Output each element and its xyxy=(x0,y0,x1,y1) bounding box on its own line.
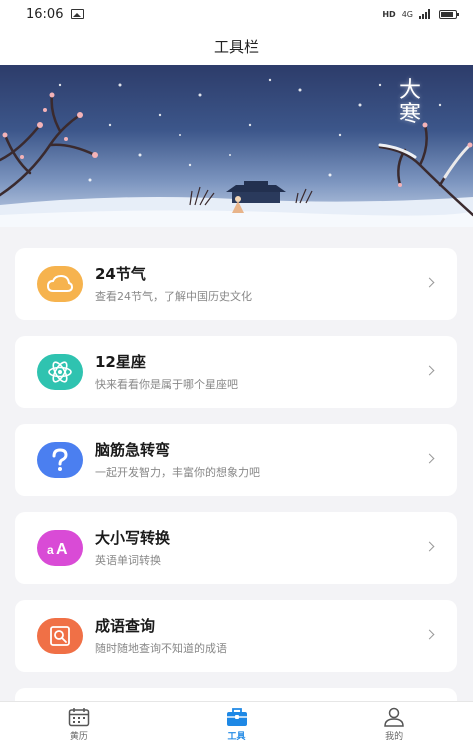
tool-item-idiom-search[interactable]: 成语查询 随时随地查询不知道的成语 xyxy=(15,600,457,672)
chevron-right-icon xyxy=(424,277,435,288)
tool-item-brain-teaser[interactable]: 脑筋急转弯 一起开发智力，丰富你的想象力吧 xyxy=(15,424,457,496)
tool-description: 随时随地查询不知道的成语 xyxy=(95,642,227,655)
tool-description: 查看24节气，了解中国历史文化 xyxy=(95,290,252,303)
tool-title: 成语查询 xyxy=(95,617,156,635)
chevron-right-icon xyxy=(424,365,435,376)
tab-label: 黄历 xyxy=(69,732,88,742)
tab-tools[interactable]: 工具 xyxy=(158,702,316,747)
signal-icon xyxy=(419,9,430,19)
tool-item-solar-terms[interactable]: 24节气 查看24节气，了解中国历史文化 xyxy=(15,248,457,320)
bottom-tab-bar: 黄历 工具 我的 xyxy=(0,701,473,747)
idiom-search-icon xyxy=(37,618,83,654)
svg-text:A: A xyxy=(56,541,68,558)
tool-title: 12星座 xyxy=(95,353,146,371)
tool-title: 24节气 xyxy=(95,265,146,283)
page-header: 工具栏 xyxy=(0,28,473,65)
tool-list: 24节气 查看24节气，了解中国历史文化 12星座 快来看看你是属于哪个星座吧 xyxy=(15,248,457,706)
battery-icon xyxy=(439,9,459,19)
tool-item-zodiac[interactable]: 12星座 快来看看你是属于哪个星座吧 xyxy=(15,336,457,408)
chevron-right-icon xyxy=(424,453,435,464)
tool-title: 脑筋急转弯 xyxy=(95,441,171,459)
status-indicators: HD 4G xyxy=(382,9,459,19)
tool-description: 英语单词转换 xyxy=(95,554,161,567)
user-icon xyxy=(383,707,405,727)
solar-term-label: 大寒 xyxy=(398,78,421,127)
page-title: 工具栏 xyxy=(213,38,259,56)
chevron-right-icon xyxy=(424,541,435,552)
solar-term-banner[interactable]: 大寒 xyxy=(0,65,473,227)
toolbox-icon xyxy=(226,707,248,727)
chevron-right-icon xyxy=(424,629,435,640)
question-icon xyxy=(37,442,83,478)
tool-title: 大小写转换 xyxy=(95,529,171,547)
tab-label: 我的 xyxy=(385,732,404,742)
tool-description: 快来看看你是属于哪个星座吧 xyxy=(95,378,238,391)
case-convert-icon: a A xyxy=(37,530,83,566)
status-bar: 16:06 HD 4G xyxy=(0,0,473,28)
tool-description: 一起开发智力，丰富你的想象力吧 xyxy=(95,466,260,479)
tool-item-case-convert[interactable]: a A 大小写转换 英语单词转换 xyxy=(15,512,457,584)
network-type: 4G xyxy=(401,9,413,19)
cloud-icon xyxy=(37,266,83,302)
tab-profile[interactable]: 我的 xyxy=(315,702,473,747)
status-time: 16:06 xyxy=(26,6,64,22)
hd-indicator: HD xyxy=(382,9,396,19)
tab-almanac[interactable]: 黄历 xyxy=(0,702,158,747)
atom-icon xyxy=(37,354,83,390)
calendar-icon xyxy=(68,707,90,727)
image-notification-icon xyxy=(71,9,85,19)
tab-label: 工具 xyxy=(227,732,246,742)
svg-text:a: a xyxy=(47,543,54,557)
